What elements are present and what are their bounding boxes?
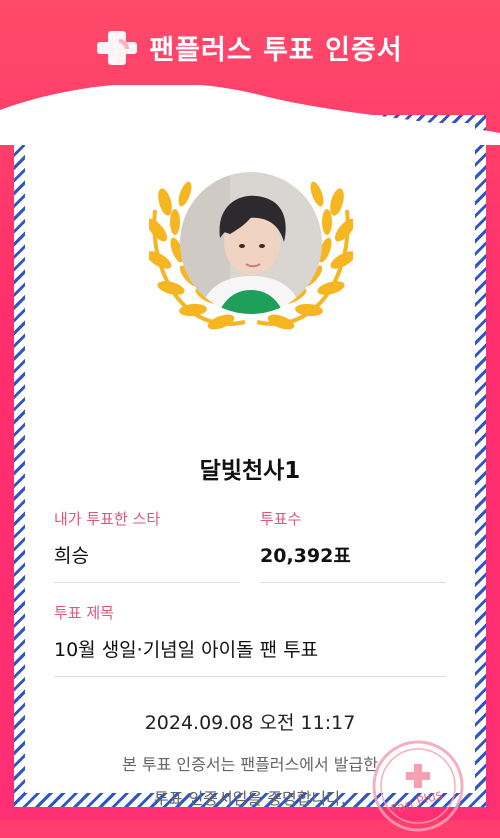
fanplus-logo-icon — [97, 28, 138, 68]
votes-value: 20,392표 — [260, 545, 351, 567]
star-name: 희승 — [54, 545, 89, 567]
page-title: 팬플러스 투표 인증서 — [149, 35, 403, 66]
header: 팬플러스 투표 인증서 — [0, 0, 500, 95]
vote-datetime: 2024.09.08 오전 11:17 — [144, 712, 356, 734]
divider — [260, 582, 446, 583]
divider — [54, 582, 240, 583]
star-avatar — [180, 172, 322, 314]
certificate: 달빛천사1 내가 투표한 스타 희승 투표수 20,392표 투표 제목 10월… — [0, 85, 500, 832]
stamp-text: Fan Plus — [389, 787, 444, 818]
vote-title: 10월 생일·기념일 아이돌 팬 투표 — [54, 639, 319, 661]
voter-nickname: 달빛천사1 — [199, 458, 301, 484]
votes-label: 투표수 — [260, 510, 302, 528]
star-label: 내가 투표한 스타 — [54, 510, 161, 528]
divider — [54, 676, 446, 677]
vote-title-label: 투표 제목 — [54, 604, 114, 622]
